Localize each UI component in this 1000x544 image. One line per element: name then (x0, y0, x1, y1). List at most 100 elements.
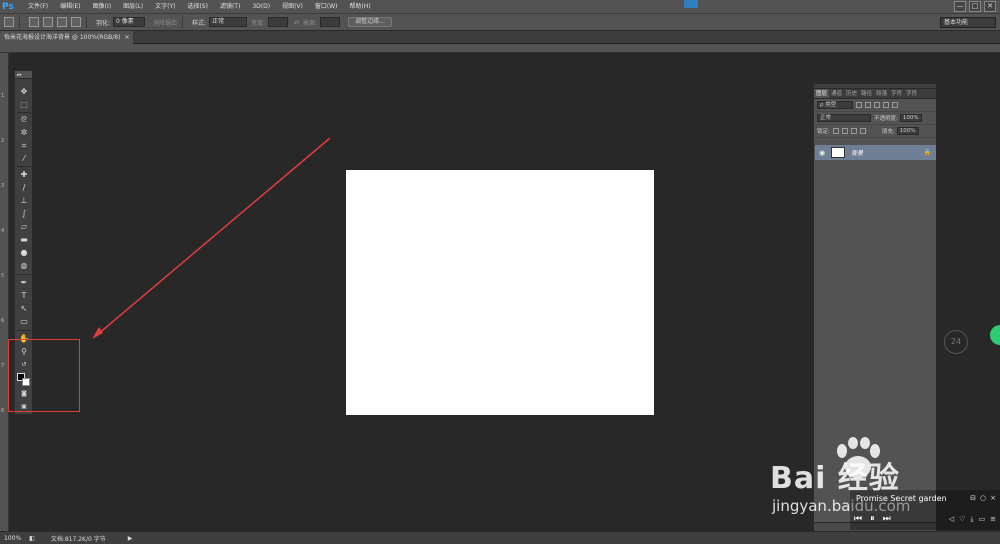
menu-help[interactable]: 帮助(H) (344, 0, 377, 14)
network-speed-widget[interactable]: 24 (944, 330, 968, 354)
type-filter-icon[interactable] (874, 102, 880, 108)
screen-icon[interactable]: ▭ (979, 515, 986, 524)
document-canvas[interactable] (346, 170, 654, 415)
horizontal-ruler[interactable] (0, 44, 1000, 53)
subtract-selection-icon[interactable] (57, 17, 67, 27)
music-player-overlay: Promise Secret garden ⊟ ○ × ⏮ ⏸ ⏭ ◁ ♡ ⤓ … (850, 490, 1000, 530)
minimize-button[interactable]: — (954, 1, 966, 12)
clone-stamp-tool-icon[interactable]: ⊥ (18, 195, 30, 206)
lock-position-icon[interactable] (850, 128, 857, 134)
new-selection-icon[interactable] (29, 17, 39, 27)
mini-mode-icon[interactable]: ⊟ (970, 494, 976, 502)
menu-type[interactable]: 文字(Y) (149, 0, 181, 14)
gradient-tool-icon[interactable]: ▬ (18, 234, 30, 245)
menu-filter[interactable]: 滤镜(T) (214, 0, 246, 14)
workspace-select[interactable]: 基本功能 (940, 17, 996, 28)
ruler-tick: 3 (1, 183, 5, 189)
opacity-input[interactable]: 100% (899, 114, 922, 122)
move-tool-icon[interactable]: ✥ (18, 86, 30, 97)
tab-history[interactable]: 历史 (844, 89, 859, 98)
tab-layers[interactable]: 图层 (814, 89, 830, 98)
layer-row-background[interactable]: ◉ 背景 🔒 (815, 145, 936, 160)
lock-pixels-icon[interactable] (841, 128, 848, 134)
add-selection-icon[interactable] (43, 17, 53, 27)
document-tab-bar: 怡米花海报设计海洋背景 @ 100%(RGB/8) × (0, 31, 1000, 44)
next-track-icon[interactable]: ⏭ (883, 514, 891, 524)
refine-edge-button[interactable]: 调整边缘... (348, 17, 392, 27)
antialias-checkbox[interactable]: 消除锯齿 (153, 18, 177, 27)
pause-icon[interactable]: ⏸ (870, 514, 875, 524)
previous-track-icon[interactable]: ⏮ (854, 514, 862, 524)
marquee-preset-icon[interactable] (4, 17, 14, 27)
lasso-tool-icon[interactable]: ᘓ (18, 114, 30, 125)
favorite-icon[interactable]: ♡ (959, 515, 965, 524)
menu-edit[interactable]: 编辑(E) (54, 0, 86, 14)
tab-character-2[interactable]: 字符 (904, 89, 919, 98)
pixel-filter-icon[interactable] (856, 102, 862, 108)
menu-image[interactable]: 图像(I) (87, 0, 117, 14)
lock-transparent-icon[interactable] (832, 128, 839, 134)
menu-select[interactable]: 选择(S) (181, 0, 214, 14)
layer-filter-row: ρ 类型 (814, 99, 936, 112)
blend-mode-select[interactable]: 正常 (817, 114, 871, 122)
document-tab[interactable]: 怡米花海报设计海洋背景 @ 100%(RGB/8) × (0, 31, 134, 44)
track-title: Promise Secret garden (856, 494, 947, 503)
menu-view[interactable]: 视图(V) (276, 0, 309, 14)
eyedropper-tool-icon[interactable]: ⁄ (18, 153, 30, 164)
width-label: 宽度: (251, 19, 266, 27)
width-input[interactable] (268, 17, 289, 27)
lock-label: 锁定: (817, 129, 830, 135)
swap-icon[interactable]: ⇄ (294, 19, 299, 26)
dodge-tool-icon[interactable]: ◍ (18, 260, 30, 271)
type-tool-icon[interactable]: T (18, 290, 30, 301)
menu-file[interactable]: 文件(F) (22, 0, 54, 14)
green-side-tab[interactable] (990, 325, 1000, 345)
menu-layer[interactable]: 图层(L) (117, 0, 149, 14)
restore-button[interactable]: □ (969, 1, 981, 12)
feather-input[interactable]: 0 像素 (113, 17, 146, 27)
intersect-selection-icon[interactable] (71, 17, 81, 27)
style-select[interactable]: 正常 (209, 17, 248, 27)
pen-tool-icon[interactable]: ✒ (18, 277, 30, 288)
crop-tool-icon[interactable]: ⌗ (18, 140, 30, 151)
top-drop-tab[interactable] (684, 0, 698, 8)
menu-window[interactable]: 窗口(W) (309, 0, 344, 14)
eye-icon[interactable]: ◉ (819, 149, 827, 157)
divider (86, 16, 87, 28)
blur-tool-icon[interactable]: ● (18, 247, 30, 258)
tab-paths[interactable]: 路径 (859, 89, 874, 98)
eraser-tool-icon[interactable]: ▱ (18, 221, 30, 232)
smart-filter-icon[interactable] (892, 102, 898, 108)
magic-wand-tool-icon[interactable]: ✲ (18, 127, 30, 138)
tab-character[interactable]: 字符 (889, 89, 904, 98)
ruler-tick: 6 (1, 318, 5, 324)
layer-filter-select[interactable]: ρ 类型 (817, 101, 853, 109)
status-menu-arrow-icon[interactable]: ▶ (128, 535, 133, 542)
settings-icon[interactable]: ○ (980, 494, 986, 502)
rectangle-tool-icon[interactable]: ▭ (18, 316, 30, 327)
healing-brush-tool-icon[interactable]: ✚ (18, 169, 30, 180)
adjust-filter-icon[interactable] (865, 102, 871, 108)
close-button[interactable]: ✕ (984, 1, 996, 12)
close-tab-icon[interactable]: × (124, 31, 129, 44)
path-selection-tool-icon[interactable]: ↖ (18, 303, 30, 314)
height-input[interactable] (320, 17, 341, 27)
tab-channels[interactable]: 通道 (829, 89, 844, 98)
marquee-tool-icon[interactable]: ⬚ (18, 99, 30, 110)
brush-tool-icon[interactable]: ∕ (18, 182, 30, 193)
history-brush-tool-icon[interactable]: ∫ (18, 208, 30, 219)
volume-icon[interactable]: ◁ (949, 515, 954, 524)
download-icon[interactable]: ⤓ (970, 515, 973, 524)
divider (17, 330, 31, 331)
tab-paragraph[interactable]: 段落 (874, 89, 889, 98)
close-player-icon[interactable]: × (990, 494, 996, 502)
document-tab-title: 怡米花海报设计海洋背景 @ 100%(RGB/8) (4, 34, 121, 41)
fill-input[interactable]: 100% (896, 127, 919, 135)
menu-3d[interactable]: 3D(D) (246, 0, 276, 14)
playlist-icon[interactable]: ≡ (990, 515, 996, 524)
toolbox-header[interactable]: ▸▸ (15, 71, 32, 79)
lock-all-icon[interactable] (859, 128, 866, 134)
zoom-level[interactable]: 100% (4, 535, 21, 542)
shape-filter-icon[interactable] (883, 102, 889, 108)
vertical-ruler[interactable]: 1 2 3 4 5 6 7 8 (0, 53, 9, 531)
